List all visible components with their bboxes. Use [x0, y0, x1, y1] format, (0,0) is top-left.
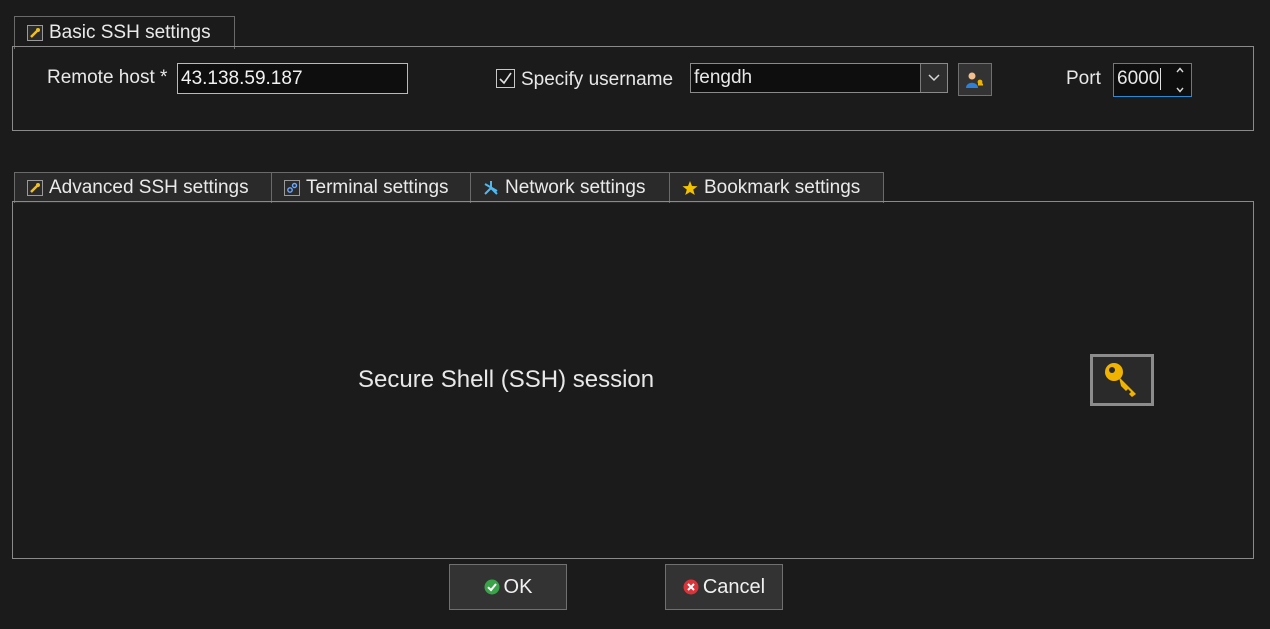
spin-up-icon[interactable]	[1176, 67, 1184, 73]
user-manager-button[interactable]	[958, 63, 992, 96]
user-key-icon	[966, 72, 983, 88]
session-key-icon-frame	[1090, 354, 1154, 406]
spin-down-icon[interactable]	[1176, 87, 1184, 93]
tab-label: Network settings	[505, 177, 646, 198]
tab-label: Terminal settings	[306, 177, 449, 198]
ok-label: OK	[503, 575, 533, 598]
star-icon	[682, 180, 698, 196]
tab-terminal-settings[interactable]: Terminal settings	[271, 172, 471, 203]
checkmark-icon	[499, 72, 512, 85]
tab-bookmark-settings[interactable]: Bookmark settings	[669, 172, 884, 203]
remote-host-label: Remote host *	[47, 67, 168, 88]
terminal-icon	[284, 180, 300, 196]
username-combobox[interactable]: fengdh	[690, 63, 948, 93]
wrench-icon	[27, 25, 43, 41]
tab-label: Basic SSH settings	[49, 22, 211, 43]
check-circle-icon	[484, 579, 500, 595]
ok-button[interactable]: OK	[449, 564, 567, 610]
port-spinbox[interactable]: 6000	[1113, 63, 1192, 97]
remote-host-input[interactable]	[177, 63, 408, 94]
username-value: fengdh	[694, 67, 753, 88]
cancel-circle-icon	[683, 579, 699, 595]
dropdown-button[interactable]	[920, 64, 947, 92]
specify-username-label: Specify username	[521, 69, 674, 90]
network-icon	[483, 180, 499, 196]
specify-username-checkbox[interactable]	[496, 69, 515, 88]
key-icon	[1105, 363, 1136, 397]
tab-label: Bookmark settings	[704, 177, 861, 198]
cancel-label: Cancel	[702, 575, 766, 598]
port-spin-buttons[interactable]	[1173, 67, 1187, 93]
tab-network-settings[interactable]: Network settings	[470, 172, 670, 203]
cancel-button[interactable]: Cancel	[665, 564, 783, 610]
tab-basic-ssh-settings[interactable]: Basic SSH settings	[14, 16, 235, 49]
tab-label: Advanced SSH settings	[49, 177, 249, 198]
session-title: Secure Shell (SSH) session	[358, 366, 655, 393]
port-value[interactable]: 6000	[1117, 68, 1162, 90]
chevron-down-icon	[928, 74, 940, 82]
wrench-icon	[27, 180, 43, 196]
port-label: Port	[1066, 68, 1101, 89]
tab-advanced-ssh-settings[interactable]: Advanced SSH settings	[14, 172, 272, 203]
